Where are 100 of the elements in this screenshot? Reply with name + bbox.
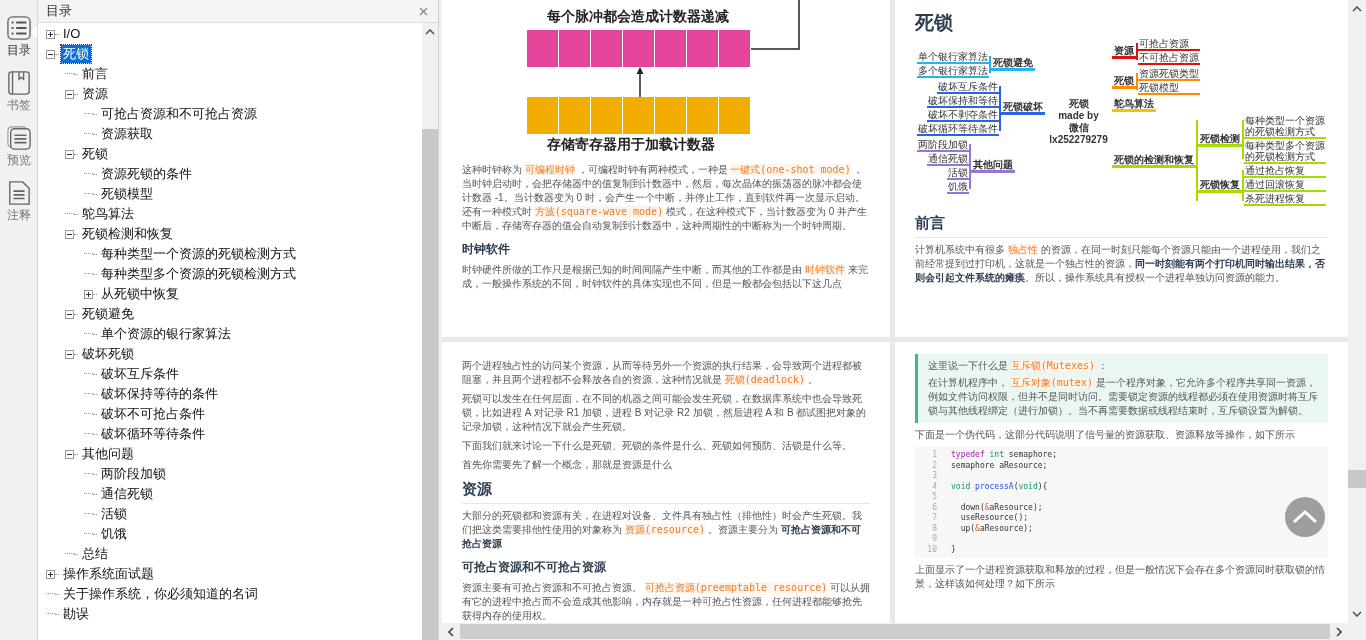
mind-map-leaf: 通过回滚恢复 bbox=[1243, 179, 1326, 192]
mind-map-leaf: 不可抢占资源 bbox=[1137, 52, 1200, 65]
scroll-right-icon[interactable] bbox=[1336, 626, 1342, 637]
toc-item[interactable]: 破坏不可抢占条件 bbox=[99, 405, 207, 423]
register-cell bbox=[687, 30, 718, 67]
connector-line bbox=[751, 0, 801, 50]
toc-item[interactable]: 破坏死锁 bbox=[80, 345, 136, 363]
paragraph: 这种时钟称为 可编程时钟 ，可编程时钟有两种模式，一种是 一键式(one-shot mode) ，当时钟启动时，会把存储器中的值复制到计数器中，然后，每次晶体的振荡器的脉冲都会使计数器 -1。当计数器变为 0 时，会产生一个中断，并停止工作，直到软件再一次显示启动。还有一种模式时 方波(square-wave mode) 模式，在这种模式下，当计数器变为 0 并产生中断后，存储寄存器的值会自动复制到计数器中，这种周期性的中断称为一个时钟周期。 bbox=[462, 163, 869, 233]
toc-item[interactable]: 死锁检测和恢复 bbox=[80, 225, 175, 243]
toc-item[interactable]: 死锁 bbox=[80, 145, 110, 163]
toc-item[interactable]: 破坏保持等待的条件 bbox=[99, 385, 220, 403]
toc-item[interactable]: 死锁模型 bbox=[99, 185, 155, 203]
register-cell bbox=[655, 97, 686, 134]
sidebar-tab[interactable]: 预览 bbox=[6, 126, 31, 167]
mind-map-leaf: 资源死锁类型 bbox=[1137, 68, 1200, 81]
toc-item[interactable]: 活锁 bbox=[99, 505, 129, 523]
mind-map-leaf: 杀死进程恢复 bbox=[1243, 193, 1326, 206]
expand-icon[interactable] bbox=[46, 29, 55, 39]
scroll-up-icon[interactable] bbox=[1352, 6, 1362, 12]
toc-item[interactable]: 每种类型一个资源的死锁检测方式 bbox=[99, 245, 298, 263]
register-cell bbox=[623, 97, 654, 134]
paragraph: 时钟硬件所做的工作只是根据已知的时间间隔产生中断，而其他的工作都是由 时钟软件 来完成，一般操作系统的不同，时钟软件的具体实现也不同，但是一般都会包括以下这几点 bbox=[462, 263, 869, 291]
toc-item[interactable]: 可抢占资源和不可抢占资源 bbox=[99, 105, 259, 123]
toc-item[interactable]: 饥饿 bbox=[99, 525, 129, 543]
paragraph: 这里说一下什么是 互斥锁(Mutexes) ： bbox=[928, 359, 1109, 373]
expand-icon[interactable] bbox=[46, 569, 55, 579]
collapse-icon[interactable] bbox=[65, 149, 74, 159]
scroll-left-icon[interactable] bbox=[448, 626, 454, 637]
toc-item[interactable]: 通信死锁 bbox=[99, 485, 155, 503]
scroll-up-icon[interactable] bbox=[425, 29, 435, 35]
line-number: 7 bbox=[931, 513, 937, 524]
chevron-up-icon bbox=[1292, 510, 1318, 524]
toc-item[interactable]: I/O bbox=[61, 25, 83, 43]
mind-map-leaf: 每种类型多个资源的死锁检测方式 bbox=[1243, 140, 1326, 164]
register-cell bbox=[559, 30, 590, 67]
line-number: 8 bbox=[931, 523, 937, 534]
register-cell bbox=[623, 30, 654, 67]
line-number: 4 bbox=[931, 481, 937, 492]
sidebar-tab[interactable]: 书签 bbox=[6, 71, 31, 112]
scrollbar-thumb[interactable] bbox=[460, 624, 1330, 639]
code-line: semaphore aResource; bbox=[951, 460, 1048, 471]
line-number: 6 bbox=[931, 502, 937, 513]
toc-item[interactable]: 关于操作系统，你必须知道的名词 bbox=[61, 585, 260, 603]
toc-item[interactable]: 破坏循环等待条件 bbox=[99, 425, 207, 443]
toc-item[interactable]: 勘误 bbox=[61, 605, 91, 623]
line-number: 10 bbox=[926, 544, 937, 555]
mind-map-branch: 鸵鸟算法 bbox=[1111, 98, 1156, 112]
up-arrow bbox=[636, 67, 644, 97]
collapse-icon[interactable] bbox=[65, 309, 74, 319]
toc-item[interactable]: 破坏互斥条件 bbox=[99, 365, 181, 383]
paragraph: 死锁可以发生在任何层面，在不同的机器之间可能会发生死锁，在数据库系统中也会导致死锁，比如进程 A 对记录 R1 加锁，进程 B 对记录 R2 加锁，然后进程 A 和 B 都试图把对象的记录加锁，这种情况下就会产生死锁。 bbox=[462, 392, 868, 434]
mind-map-leaf: 每种类型一个资源的死锁检测方式 bbox=[1243, 115, 1326, 139]
code-line: } bbox=[951, 544, 956, 555]
toc-item[interactable]: 从死锁中恢复 bbox=[99, 285, 181, 303]
mind-map-leaf: 可抢占资源 bbox=[1137, 38, 1200, 51]
list-icon bbox=[6, 16, 31, 40]
heading: 可抢占资源和不可抢占资源 bbox=[462, 559, 607, 576]
collapse-icon[interactable] bbox=[46, 49, 55, 59]
line-number: 1 bbox=[931, 450, 937, 461]
paragraph: 计算机系统中有很多 独占性 的资源，在同一时刻只能每个资源只能由一个进程使用，我们之前经常提到过打印机，这就是一个独占性的资源，同一时刻能有两个打印机同时输出结果，否则会引起文件系统的瘫痪。所以，操作系统具有授权一个进程单独访问资源的能力。 bbox=[915, 243, 1326, 285]
sidebar-tab[interactable]: 注释 bbox=[6, 181, 31, 222]
expand-icon[interactable] bbox=[84, 289, 93, 299]
toc-item[interactable]: 单个资源的银行家算法 bbox=[99, 325, 233, 343]
paragraph: 在计算机程序中， 互斥对象(mutex) 是一个程序对象，它允许多个程序共享同一资源，例如文件访问权限，但并不是同时访问。需要锁定资源的线程都必须在使用资源时将互斥锁与其他线程绑定（进行加锁）。当不再需要数据或线程结束时，互斥锁设置为解锁。 bbox=[928, 376, 1318, 418]
line-number: 3 bbox=[931, 471, 937, 482]
register-cell bbox=[719, 97, 750, 134]
toc-item[interactable]: 两阶段加锁 bbox=[99, 465, 168, 483]
code-line: down(&aResource); bbox=[959, 502, 1043, 513]
collapse-icon[interactable] bbox=[65, 229, 74, 239]
mind-map-branch: 死锁破坏 bbox=[1001, 101, 1046, 115]
toc-item[interactable]: 每种类型多个资源的死锁检测方式 bbox=[99, 265, 298, 283]
figure-caption: 存储寄存器用于加载计数器 bbox=[547, 136, 715, 154]
line-number: 5 bbox=[931, 492, 937, 503]
toc-item[interactable]: 其他问题 bbox=[80, 445, 136, 463]
branch-line bbox=[1135, 73, 1138, 90]
collapse-icon[interactable] bbox=[65, 89, 74, 99]
bookmark-icon bbox=[6, 71, 31, 95]
branch-line bbox=[1241, 120, 1244, 159]
toc-item[interactable]: 前言 bbox=[80, 65, 110, 83]
scrollbar-thumb[interactable] bbox=[422, 129, 438, 640]
register-cell bbox=[559, 97, 590, 134]
code-line: typedef int semaphore; bbox=[951, 450, 1057, 461]
toc-item[interactable]: 总结 bbox=[80, 545, 110, 563]
heading: 死锁 bbox=[915, 11, 954, 35]
toc-item[interactable]: 鸵鸟算法 bbox=[80, 205, 136, 223]
toc-item[interactable]: 资源死锁的条件 bbox=[99, 165, 194, 183]
scroll-down-icon[interactable] bbox=[1352, 611, 1362, 617]
toc-item[interactable]: 资源 bbox=[80, 85, 110, 103]
paragraph: 资源主要有可抢占资源和不可抢占资源。 可抢占资源(preemptable resource) 可以从拥有它的进程中抢占而不会造成其他影响，内存就是一种可抢占性资源，任何进程都能够抢先获得内存的使用权。 bbox=[462, 581, 870, 623]
collapse-icon[interactable] bbox=[65, 349, 74, 359]
figure-caption: 每个脉冲都会造成计数器递减 bbox=[547, 8, 729, 26]
paragraph: 上面显示了一个进程资源获取和释放的过程，但是一般情况下会存在多个资源同时获取锁的情景，这样该如何处理？如下所示 bbox=[915, 563, 1326, 591]
toc-item[interactable]: 死锁 bbox=[61, 45, 91, 63]
toc-item[interactable]: 资源获取 bbox=[99, 125, 155, 143]
toc-item[interactable]: 操作系统面试题 bbox=[61, 565, 156, 583]
toc-item[interactable]: 死锁避免 bbox=[80, 305, 136, 323]
collapse-icon[interactable] bbox=[65, 449, 74, 459]
line-number: 9 bbox=[931, 534, 937, 545]
scrollbar-thumb[interactable] bbox=[1348, 470, 1366, 488]
register-cell bbox=[719, 30, 750, 67]
